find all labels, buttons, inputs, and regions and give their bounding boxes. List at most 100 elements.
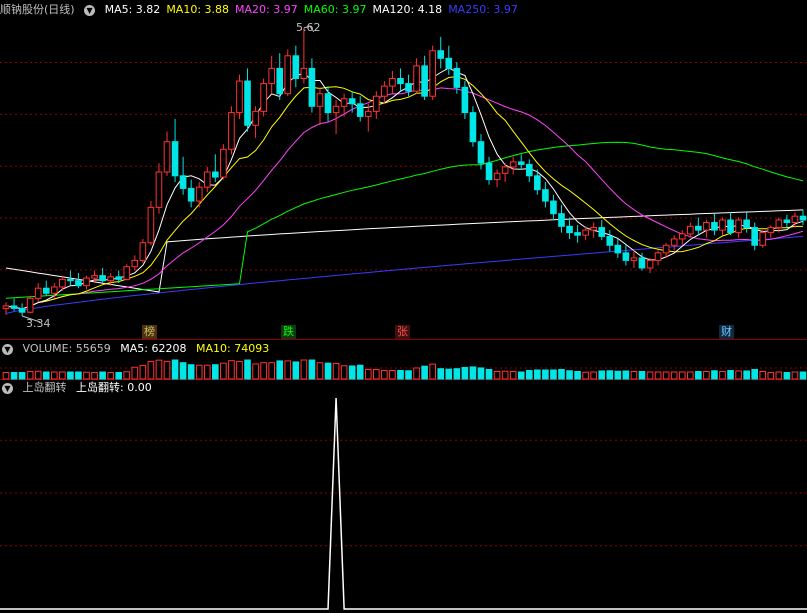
volume-bar [606, 370, 614, 380]
volume-bar [654, 371, 662, 380]
candle-body [268, 67, 275, 85]
candle-body [775, 219, 783, 229]
candle-body [550, 200, 557, 215]
candle-body [686, 225, 694, 235]
candle-body [147, 206, 155, 244]
candle-body [719, 219, 726, 231]
candle-body [59, 278, 66, 288]
volume-bar [646, 371, 654, 380]
volume-bar [2, 372, 10, 380]
volume-bar [75, 371, 82, 380]
candle-body [477, 141, 485, 164]
volume-bar [83, 371, 90, 380]
volume-bar [18, 372, 26, 380]
high-price-label: 5.62 [296, 21, 321, 34]
candle-body [405, 83, 412, 92]
volume-bar [477, 367, 485, 380]
candle-body [670, 238, 678, 246]
volume-bar [228, 360, 235, 380]
volume-bar [147, 360, 155, 380]
candle-body [389, 78, 396, 87]
candle-body [332, 105, 340, 114]
candle-body [783, 219, 791, 224]
volume-bar [236, 360, 243, 380]
candle-body [91, 275, 98, 279]
volume-bar [340, 365, 348, 380]
candle-body [34, 287, 42, 299]
volume-bar [735, 370, 742, 380]
volume-bar [767, 372, 775, 380]
candle-body [236, 80, 243, 114]
candle-body [582, 229, 589, 236]
indicator-chart[interactable] [0, 380, 807, 613]
candle-body [123, 266, 131, 280]
volume-bar [131, 366, 139, 380]
volume-bar [300, 359, 308, 380]
volume-bar [799, 371, 807, 380]
candle-body [437, 50, 445, 59]
volume-bar [26, 370, 34, 380]
candle-body [115, 276, 123, 280]
candle-body [373, 95, 380, 112]
volume-bar [695, 370, 702, 380]
candle-body [211, 171, 219, 178]
candle-body [300, 67, 308, 80]
volume-chart[interactable] [0, 340, 807, 380]
marker-die[interactable]: 跌 [281, 325, 296, 339]
volume-bar [493, 370, 501, 380]
candle-body [18, 307, 26, 313]
volume-bar [260, 362, 267, 380]
volume-bar [550, 369, 557, 380]
candle-body [590, 227, 598, 231]
volume-bar [356, 364, 364, 380]
candle-body [179, 175, 187, 189]
volume-bar [324, 362, 332, 380]
volume-bar [10, 372, 18, 380]
volume-bar [389, 369, 396, 380]
candle-body [324, 93, 332, 114]
candle-body [75, 280, 82, 287]
volume-bar [719, 370, 726, 380]
volume-bar [751, 368, 759, 380]
candle-body [525, 163, 533, 177]
volume-bar [445, 368, 453, 380]
volume-bar [163, 360, 171, 380]
candle-body [461, 86, 469, 114]
volume-bar [99, 371, 106, 380]
volume-bar [364, 368, 372, 380]
marker-bang[interactable]: 榜 [142, 325, 157, 339]
marker-cai[interactable]: 财 [719, 325, 734, 339]
volume-bar [244, 359, 251, 380]
volume-bar [485, 368, 493, 380]
volume-bar [590, 371, 598, 380]
candle-body [469, 112, 477, 143]
candle-body [542, 189, 549, 202]
volume-bar [292, 361, 300, 380]
volume-bar [316, 362, 324, 380]
candle-body [252, 110, 259, 126]
candle-body [574, 232, 581, 236]
candle-body [99, 275, 106, 282]
volume-bar [582, 371, 589, 380]
marker-zhang[interactable]: 张 [395, 325, 410, 339]
candle-body [356, 103, 364, 117]
candle-body [711, 222, 718, 231]
volume-bar [429, 363, 436, 380]
candle-body [244, 80, 251, 126]
volume-bar [534, 369, 541, 380]
volume-bar [614, 370, 622, 380]
volume-bar [220, 362, 227, 380]
candle-body [662, 244, 670, 254]
volume-bar [405, 370, 412, 380]
volume-bar [703, 370, 710, 380]
candle-body [429, 50, 436, 97]
candle-body [678, 233, 686, 240]
candle-body [42, 287, 50, 294]
candle-body [485, 162, 493, 181]
candle-body [759, 232, 767, 246]
candle-body [131, 259, 139, 268]
volume-bar [574, 370, 581, 380]
candle-body [493, 172, 501, 181]
price-chart[interactable] [0, 0, 807, 340]
volume-bar [155, 359, 163, 380]
